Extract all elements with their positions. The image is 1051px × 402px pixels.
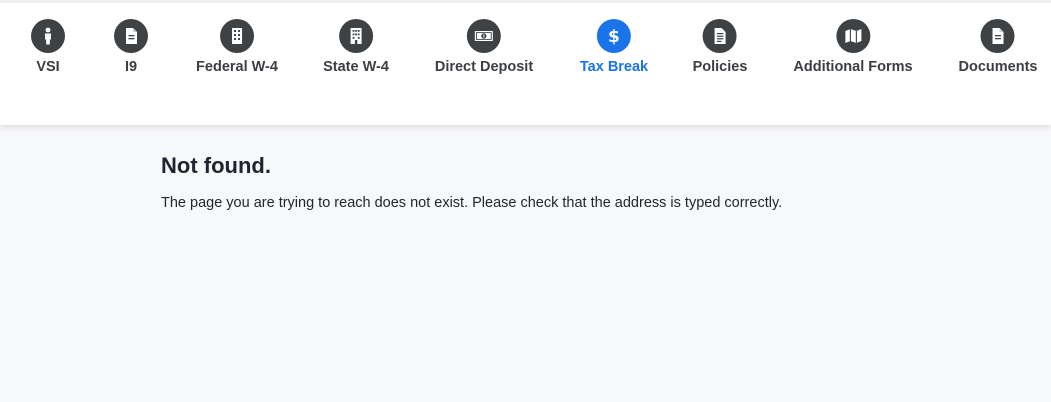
- nav-item-documents[interactable]: Documents: [958, 19, 1038, 75]
- error-message: The page you are trying to reach does no…: [161, 195, 783, 211]
- building-icon: [220, 19, 254, 53]
- main-content: Not found. The page you are trying to re…: [161, 153, 782, 211]
- dollar-icon: $: [597, 19, 631, 53]
- money-icon: [467, 19, 501, 53]
- person-icon: [31, 19, 65, 53]
- nav-item-label: Federal W-4: [196, 59, 278, 75]
- svg-text:$: $: [608, 27, 620, 47]
- office-building-icon: [339, 19, 373, 53]
- nav-item-tax-break[interactable]: $ Tax Break: [580, 19, 648, 75]
- nav-item-federal-w4[interactable]: Federal W-4: [196, 19, 278, 75]
- nav-item-direct-deposit[interactable]: Direct Deposit: [435, 19, 533, 75]
- nav-item-state-w4[interactable]: State W-4: [323, 19, 389, 75]
- map-icon: [835, 19, 870, 53]
- nav-item-label: Direct Deposit: [434, 59, 534, 75]
- file-text-icon: [703, 19, 737, 53]
- nav-item-vsi[interactable]: VSI: [31, 19, 65, 75]
- page-title: Not found.: [161, 153, 271, 178]
- top-navigation: VSI I9 Federal W-4 State W-4 Direct Depo…: [0, 0, 1051, 125]
- document-icon: [981, 19, 1015, 53]
- nav-item-label: I9: [124, 59, 138, 75]
- nav-item-label: VSI: [36, 59, 60, 75]
- nav-item-label: Documents: [958, 59, 1038, 75]
- nav-item-label: Policies: [692, 59, 748, 75]
- nav-item-i9[interactable]: I9: [114, 19, 148, 75]
- nav-item-policies[interactable]: Policies: [692, 19, 748, 75]
- nav-item-label: Tax Break: [579, 59, 649, 75]
- document-icon: [114, 19, 148, 53]
- nav-item-label: Additional Forms: [793, 59, 913, 75]
- nav-item-label: State W-4: [323, 59, 389, 75]
- nav-item-additional-forms[interactable]: Additional Forms: [793, 19, 913, 75]
